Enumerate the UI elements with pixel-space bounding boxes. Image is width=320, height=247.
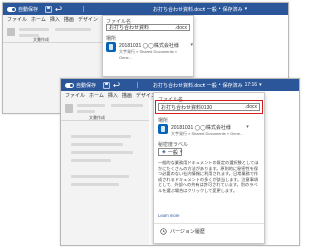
front-ribbon-tabs: ファイル ホーム 挿入 描画 デザイン <box>61 91 156 100</box>
location-path: 大芋発行 » Shared Documents » Gene... <box>119 49 178 60</box>
autosave-label: 自動保存 <box>18 6 39 13</box>
learn-more-link[interactable]: Learn more <box>158 213 179 218</box>
document-line <box>71 183 119 186</box>
onedrive-folder-icon <box>158 124 168 134</box>
document-line <box>71 175 129 178</box>
tab-file[interactable]: ファイル <box>7 16 27 23</box>
sensitivity-dropdown[interactable]: ◈ 一般 ▾ <box>158 148 182 156</box>
title-separator-line <box>137 82 138 88</box>
chevron-down-icon[interactable]: ▾ <box>246 124 249 130</box>
front-word-window: 自動保存 お打ち合わせ資料.docx • 一般 • 保存済み 17:16 ▾ フ… <box>60 78 300 246</box>
back-filename-input[interactable]: お打ち合わせ資料 .docx <box>106 24 190 31</box>
title-save-time: 17:16 <box>244 82 258 88</box>
onedrive-folder-icon <box>106 42 116 52</box>
title-sensitivity: 一般 <box>206 6 217 13</box>
front-ribbon-body: 文書作成 <box>61 100 149 121</box>
document-line <box>71 135 131 138</box>
back-ribbon-body: 文書作成 <box>3 24 102 43</box>
document-line <box>71 151 133 154</box>
panel-divider <box>154 223 264 224</box>
chevron-down-icon: ▾ <box>179 149 183 155</box>
tab-home[interactable]: ホーム <box>31 16 46 23</box>
paste-icon[interactable] <box>65 104 73 113</box>
location-label: 場所 <box>158 118 169 124</box>
highlight-box <box>155 100 263 114</box>
title-dot: • <box>218 6 221 12</box>
back-ribbon-tabs: ファイル ホーム 挿入 描画 デザイン <box>3 15 106 24</box>
filename-value: お打ち合わせ資料 <box>109 25 150 31</box>
title-dot: • <box>218 82 221 88</box>
location-path: 大芋発行 » Shared Documents » Gene... <box>171 131 244 136</box>
tab-insert[interactable]: 挿入 <box>50 16 60 23</box>
chevron-down-icon[interactable]: ▾ <box>190 42 193 48</box>
sensitivity-description: 一般的な業務用ドキュメントの既定の選択肢としてほかにたくさんの方法があります。原… <box>158 160 259 193</box>
tab-home[interactable]: ホーム <box>89 92 104 99</box>
sensitivity-label: 秘密度ラベル <box>158 142 189 148</box>
back-file-panel: ファイル名 お打ち合わせ資料 .docx 場所 20181031 ◯◯株式会社様… <box>102 15 194 77</box>
version-history-button[interactable]: バージョン履歴 <box>160 228 205 235</box>
undo-icon[interactable] <box>55 5 62 13</box>
sensitivity-value: 一般 <box>167 149 178 156</box>
tab-design[interactable]: デザイン <box>78 16 98 23</box>
autosave-label: 自動保存 <box>76 82 97 89</box>
file-title-text: お打ち合わせ資料.docx <box>153 82 205 89</box>
file-title-text: お打ち合わせ資料.docx <box>153 6 205 13</box>
clock-icon <box>160 228 167 235</box>
back-file-title[interactable]: お打ち合わせ資料.docx <box>153 5 205 13</box>
location-name: 20181031 ◯◯株式会社様 <box>119 43 179 49</box>
save-icon[interactable] <box>45 5 52 13</box>
title-separator-line <box>83 6 84 12</box>
title-save-status: 保存済み <box>222 6 243 13</box>
toggle-switch-icon <box>7 6 16 12</box>
location-label: 場所 <box>106 36 117 42</box>
front-location-picker[interactable]: 20181031 ◯◯株式会社様 大芋発行 » Shared Documents… <box>158 124 249 137</box>
version-history-label: バージョン履歴 <box>170 229 205 235</box>
front-file-panel: ファイル名 お打ち合わせ資料0130 .docx 場所 20181031 ◯◯株… <box>153 92 265 244</box>
tab-insert[interactable]: 挿入 <box>108 92 118 99</box>
ribbon-placeholder <box>77 110 95 113</box>
filename-ext: .docx <box>175 24 187 31</box>
paste-icon[interactable] <box>7 28 15 36</box>
back-autosave-toggle[interactable]: 自動保存 <box>7 5 38 13</box>
toggle-switch-icon <box>65 82 74 88</box>
ribbon-placeholder <box>55 28 91 31</box>
tab-draw[interactable]: 描画 <box>64 16 74 23</box>
back-title-meta: • 一般 • 保存済み ▾ <box>203 5 247 13</box>
title-dot: • <box>203 82 205 88</box>
chevron-down-icon[interactable]: ▾ <box>245 6 248 12</box>
tab-draw[interactable]: 描画 <box>122 92 132 99</box>
back-location-picker[interactable]: 20181031 ◯◯株式会社様 大芋発行 » Shared Documents… <box>106 42 193 60</box>
title-save-status: 保存済み <box>222 82 243 89</box>
ribbon-placeholder <box>77 104 105 107</box>
title-dot: • <box>203 6 205 12</box>
ribbon-placeholder <box>111 104 143 107</box>
undo-icon[interactable] <box>113 81 120 89</box>
location-name: 20181031 ◯◯株式会社様 <box>171 125 231 131</box>
chevron-down-icon[interactable]: ▾ <box>259 82 262 88</box>
sensitivity-icon: ◈ <box>162 149 166 155</box>
tab-file[interactable]: ファイル <box>65 92 85 99</box>
title-sensitivity: 一般 <box>206 82 217 89</box>
ribbon-placeholder <box>19 28 49 31</box>
front-document-area <box>61 121 149 245</box>
front-title-meta: • 一般 • 保存済み 17:16 ▾ <box>203 81 262 89</box>
front-title-bar: 自動保存 お打ち合わせ資料.docx • 一般 • 保存済み 17:16 ▾ <box>61 79 299 91</box>
save-icon[interactable] <box>103 81 110 89</box>
document-line <box>71 159 111 162</box>
front-autosave-toggle[interactable]: 自動保存 <box>65 81 96 89</box>
document-line <box>71 143 123 146</box>
front-file-title[interactable]: お打ち合わせ資料.docx <box>153 81 205 89</box>
back-title-bar: 自動保存 お打ち合わせ資料.docx • 一般 • 保存済み ▾ <box>3 3 288 15</box>
